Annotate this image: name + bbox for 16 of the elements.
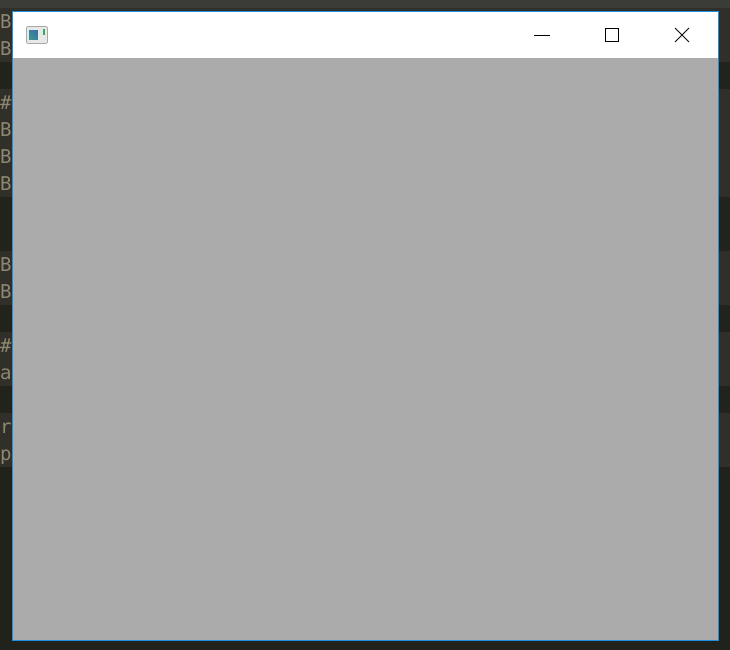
minimize-icon <box>534 34 550 36</box>
code-text: a <box>0 362 12 384</box>
code-text: # <box>0 334 12 356</box>
code-text: B <box>0 254 12 276</box>
code-text: B <box>0 280 12 302</box>
code-text: # <box>0 92 12 114</box>
code-text: B <box>0 38 12 60</box>
maximize-icon <box>604 27 620 43</box>
code-text: B <box>0 118 12 140</box>
code-text: B <box>0 10 12 32</box>
code-text: B <box>0 172 12 194</box>
code-text: B <box>0 146 12 168</box>
code-text: r <box>0 416 12 438</box>
code-text: p <box>0 442 12 464</box>
close-icon <box>674 27 690 43</box>
app-icon <box>26 26 48 44</box>
